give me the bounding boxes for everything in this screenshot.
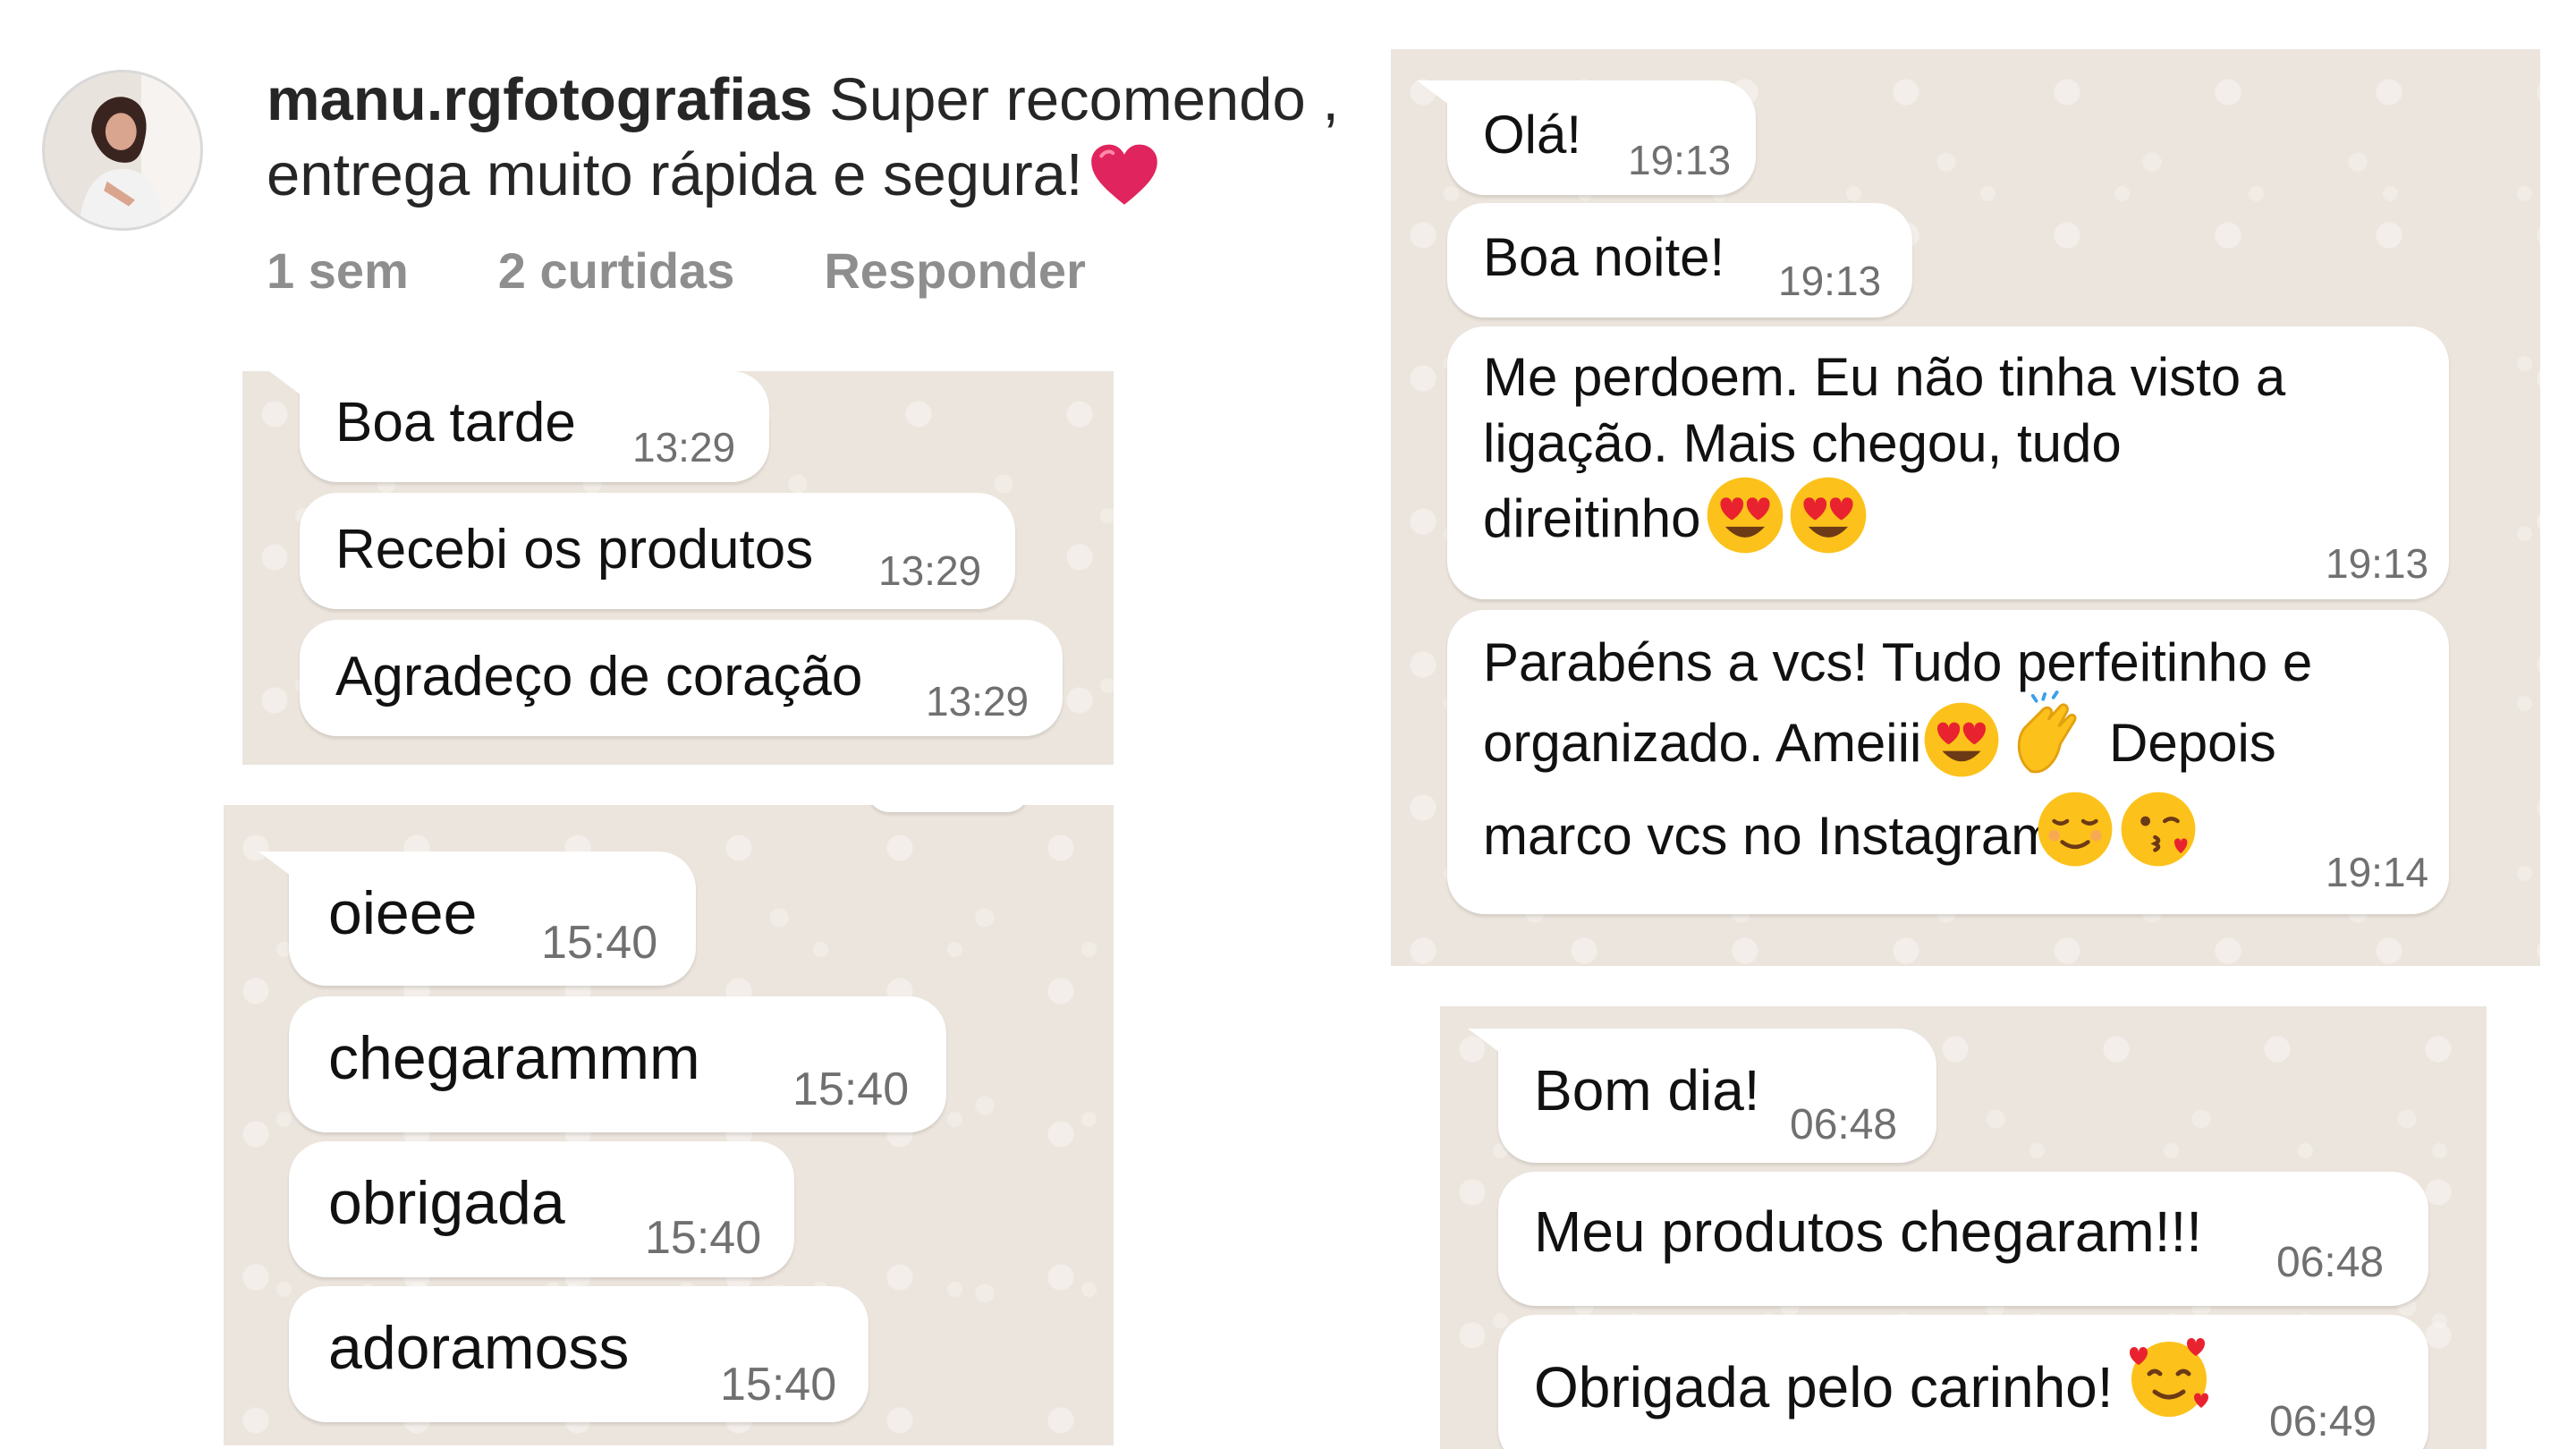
message-bubble: Me perdoem. Eu não tinha visto a ligação… [1447, 326, 2449, 599]
comment-meta: 1 sem 2 curtidas Responder [267, 240, 1086, 302]
chat-screenshot-1: Boa tarde 13:29 Recebi os produtos 13:29… [242, 371, 1114, 765]
message-time: 19:13 [2326, 540, 2429, 587]
message-time: 19:13 [1778, 258, 1882, 304]
message-time: 13:29 [878, 547, 982, 594]
message-bubble: Meu produtos chegaram!!! 06:48 [1498, 1172, 2428, 1306]
message-text: Boa noite! [1483, 227, 1725, 287]
likes-count-link[interactable]: 2 curtidas [498, 240, 735, 302]
message-bubble: Boa noite! 19:13 [1447, 203, 1912, 318]
message-bubble: Parabéns a vcs! Tudo perfeitinho e organ… [1447, 610, 2449, 914]
message-text: Olá! [1483, 105, 1582, 165]
chat-screenshot-2: oieee 15:40 chegarammm 15:40 obrigada 15… [224, 805, 1114, 1445]
message-text: Boa tarde [335, 392, 576, 453]
message-text: Recebi os produtos [335, 519, 814, 580]
message-bubble: chegarammm 15:40 [289, 996, 946, 1132]
message-bubble-partial [868, 805, 1029, 812]
clapping-hands-emoji-icon [2005, 691, 2091, 780]
message-time: 15:40 [645, 1212, 762, 1264]
relieved-face-emoji-icon [2035, 789, 2115, 869]
message-bubble: Olá! 19:13 [1417, 80, 1756, 195]
message-time: 06:49 [2269, 1398, 2377, 1445]
message-text-line: organizado. Ameiii [1483, 713, 1922, 773]
message-text-line: marco vcs no Instagram [1483, 806, 2056, 866]
heart-eyes-emoji-icon [1704, 474, 1786, 556]
comment-username[interactable]: manu.rgfotografias [267, 66, 813, 133]
message-bubble: Recebi os produtos 13:29 [300, 493, 1015, 609]
message-time: 19:13 [1628, 137, 1732, 183]
message-text: Agradeço de coração [335, 646, 863, 708]
message-text: oieee [328, 879, 478, 947]
comment-age: 1 sem [267, 242, 409, 299]
message-time: 15:40 [541, 917, 658, 969]
message-bubble: adoramoss 15:40 [289, 1286, 869, 1422]
message-time: 06:48 [1790, 1101, 1898, 1148]
message-text-line: Depois [2109, 713, 2276, 773]
message-bubble: Boa tarde 13:29 [269, 371, 769, 482]
kissing-face-emoji-icon [2118, 789, 2199, 869]
heart-eyes-emoji-icon [1787, 474, 1869, 556]
message-bubble: obrigada 15:40 [289, 1141, 794, 1277]
message-time: 15:40 [792, 1063, 910, 1115]
message-bubble: Agradeço de coração 13:29 [300, 620, 1063, 736]
message-bubble: oieee 15:40 [258, 852, 696, 986]
message-text-line: ligação. Mais chegou, tudo [1483, 413, 2122, 473]
message-text: chegarammm [328, 1024, 700, 1092]
message-time: 06:48 [2276, 1239, 2385, 1286]
message-bubble: Bom dia! 06:48 [1468, 1029, 1936, 1163]
message-time: 13:29 [926, 678, 1030, 724]
avatar[interactable] [42, 70, 203, 231]
red-heart-emoji-icon [1089, 143, 1160, 208]
message-text-line: Parabéns a vcs! Tudo perfeitinho e [1483, 632, 2313, 692]
message-time: 15:40 [720, 1359, 837, 1411]
comment-body: manu.rgfotografias Super recomendo , ent… [267, 63, 1376, 213]
message-text: adoramoss [328, 1314, 630, 1382]
chat-screenshot-4: Bom dia! 06:48 Meu produtos chegaram!!! … [1440, 1006, 2487, 1449]
heart-eyes-emoji-icon [1921, 699, 2002, 780]
message-text: Obrigada pelo carinho! [1534, 1355, 2114, 1419]
message-text-line: direitinho [1483, 488, 1701, 548]
message-text: Bom dia! [1534, 1058, 1760, 1123]
message-bubble: Obrigada pelo carinho! 06:49 [1498, 1315, 2428, 1449]
message-text-line: Me perdoem. Eu não tinha visto a [1483, 347, 2286, 407]
message-text: obrigada [328, 1169, 565, 1237]
message-time: 13:29 [632, 424, 736, 470]
message-text: Meu produtos chegaram!!! [1534, 1199, 2203, 1264]
reply-button[interactable]: Responder [824, 240, 1086, 302]
message-time: 19:14 [2326, 849, 2429, 895]
chat-screenshot-3: Olá! 19:13 Boa noite! 19:13 Me perdoem. … [1391, 49, 2540, 966]
avatar-photo [45, 72, 200, 228]
smiling-face-with-hearts-emoji-icon [2124, 1331, 2214, 1420]
